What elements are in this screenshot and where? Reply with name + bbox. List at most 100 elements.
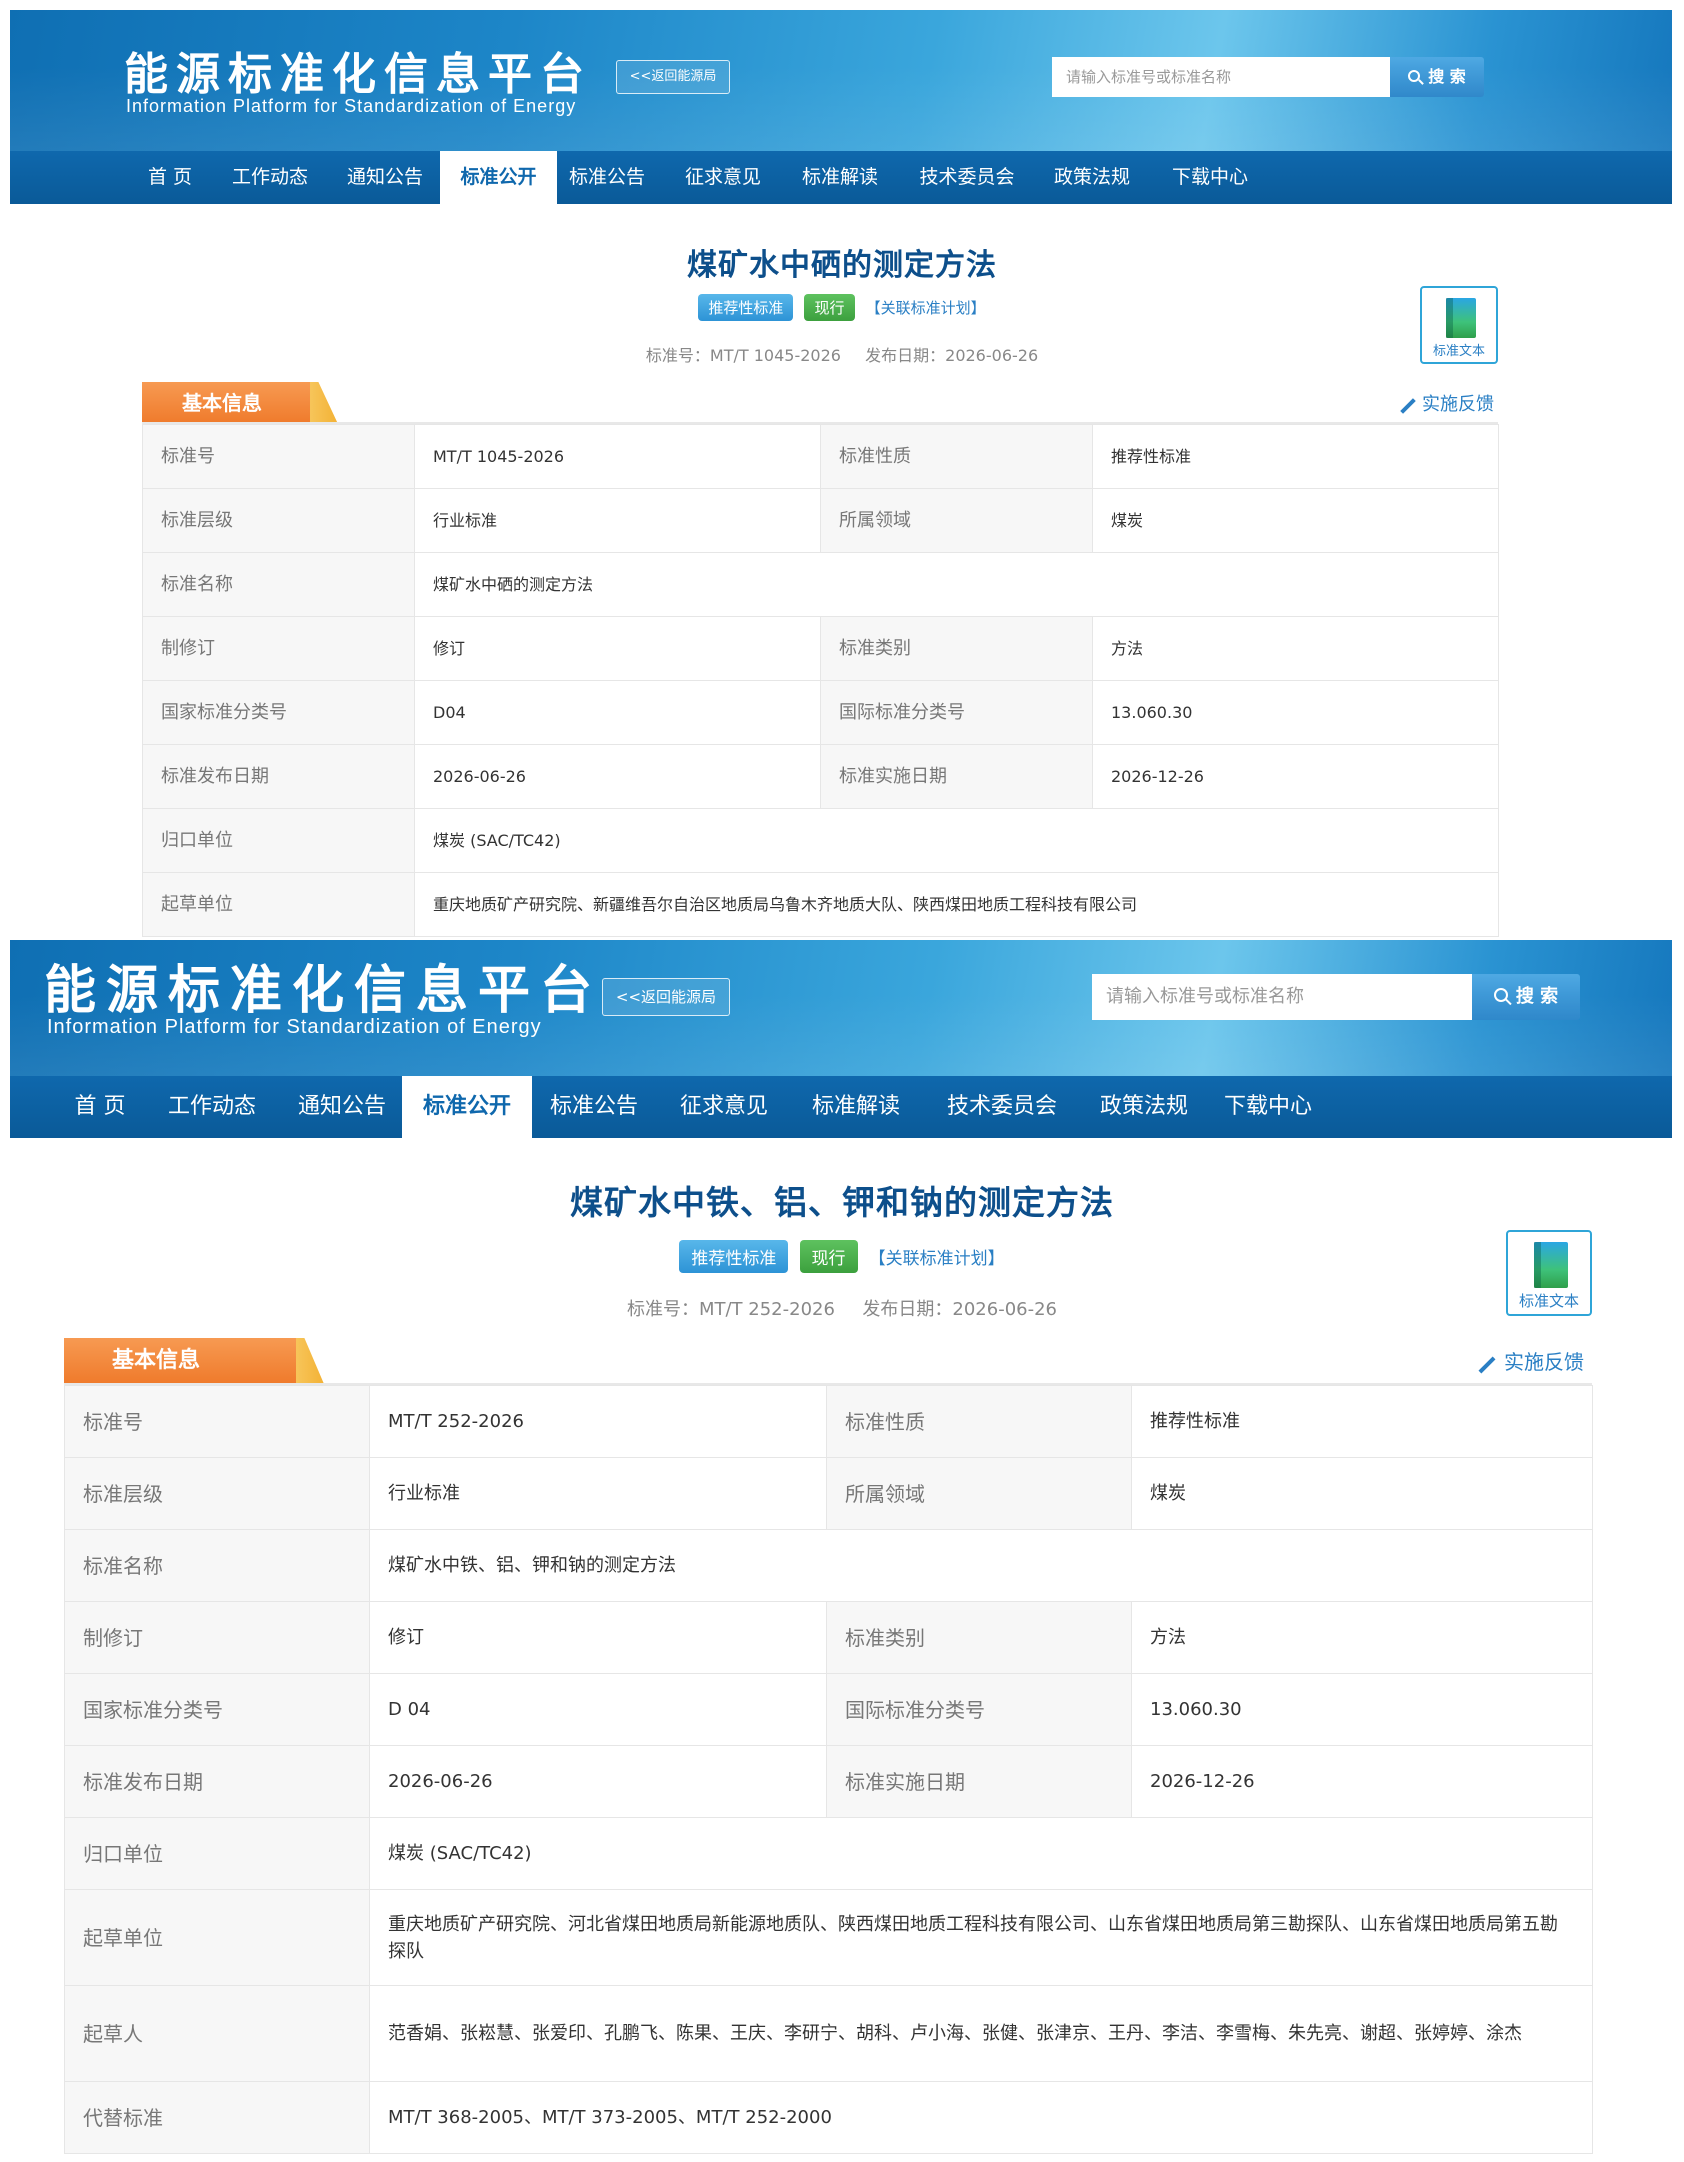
pencil-icon xyxy=(1398,395,1418,415)
field-label: 制修订 xyxy=(142,616,415,681)
site-logo-en: Information Platform for Standardization… xyxy=(126,96,577,116)
std-no-value: MT/T 1045-2026 xyxy=(709,346,841,365)
field-value: 重庆地质矿产研究院、新疆维吾尔自治区地质局乌鲁木齐地质大队、陕西煤田地质工程科技… xyxy=(414,872,1499,937)
nav-item-3[interactable]: 标准公开 xyxy=(440,151,557,204)
right-edge xyxy=(1672,0,1684,940)
table-row: 归口单位 煤炭 (SAC/TC42) xyxy=(64,1817,1593,1890)
tag-current: 现行 xyxy=(799,1240,858,1273)
field-label: 归口单位 xyxy=(64,1817,370,1890)
table-row: 国家标准分类号 D 04 国际标准分类号 13.060.30 xyxy=(64,1673,1593,1746)
search-button-label: 搜 索 xyxy=(1515,986,1559,1007)
status-tags: 推荐性标准 现行 【关联标准计划】 xyxy=(0,1240,1684,1273)
nav-item-6[interactable]: 标准解读 xyxy=(794,1076,918,1138)
screenshot-1: 能源标准化信息平台 Information Platform for Stand… xyxy=(0,0,1684,940)
table-row: 代替标准 MT/T 368-2005、MT/T 373-2005、MT/T 252… xyxy=(64,2081,1593,2154)
nav-item-5[interactable]: 征求意见 xyxy=(662,1076,786,1138)
back-to-nea-button[interactable]: <<返回能源局 xyxy=(616,60,730,94)
field-label: 标准名称 xyxy=(64,1529,370,1602)
nav-item-4[interactable]: 标准公告 xyxy=(532,1076,656,1138)
nav-item-0[interactable]: 首 页 xyxy=(50,1076,150,1138)
nav-item-2[interactable]: 通知公告 xyxy=(280,1076,404,1138)
related-plan-link[interactable]: 【关联标准计划】 xyxy=(866,297,986,318)
site-logo-cn[interactable]: 能源标准化信息平台 xyxy=(44,948,602,1023)
book-icon xyxy=(1446,298,1476,338)
nav-item-8[interactable]: 政策法规 xyxy=(1042,151,1142,204)
field-label: 标准发布日期 xyxy=(142,744,415,809)
field-value: MT/T 252-2026 xyxy=(369,1385,827,1458)
nav-item-4[interactable]: 标准公告 xyxy=(557,151,657,204)
search-icon xyxy=(1408,69,1425,86)
std-no-label: 标准号： xyxy=(645,346,710,365)
field-label: 国家标准分类号 xyxy=(64,1673,370,1746)
field-value: 2026-12-26 xyxy=(1092,744,1499,809)
field-label: 国际标准分类号 xyxy=(826,1673,1132,1746)
search-input[interactable]: 请输入标准号或标准名称 xyxy=(1052,57,1400,97)
nav-item-9[interactable]: 下载中心 xyxy=(1206,1076,1330,1138)
nav-item-5[interactable]: 征求意见 xyxy=(673,151,773,204)
search-icon xyxy=(1493,988,1512,1006)
field-value: 行业标准 xyxy=(414,488,821,553)
pub-date-value: 2026-06-26 xyxy=(952,1299,1058,1320)
field-label: 标准发布日期 xyxy=(64,1745,370,1818)
basic-info-table: 标准号 MT/T 252-2026 标准性质 推荐性标准 标准层级 行业标准 所属领域 煤炭标… xyxy=(64,1385,1593,2154)
nav-item-1[interactable]: 工作动态 xyxy=(220,151,320,204)
feedback-link[interactable]: 实施反馈 xyxy=(1398,390,1494,416)
related-plan-link[interactable]: 【关联标准计划】 xyxy=(869,1244,1005,1269)
nav-item-0[interactable]: 首 页 xyxy=(130,151,210,204)
nav-item-7[interactable]: 技术委员会 xyxy=(928,1076,1076,1138)
table-row: 标准号 MT/T 1045-2026 标准性质 推荐性标准 xyxy=(142,424,1499,489)
nav-item-2[interactable]: 通知公告 xyxy=(335,151,435,204)
table-row: 标准名称 煤矿水中硒的测定方法 xyxy=(142,552,1499,617)
site-logo-cn[interactable]: 能源标准化信息平台 xyxy=(124,38,592,102)
table-row: 起草单位 重庆地质矿产研究院、河北省煤田地质局新能源地质队、陕西煤田地质工程科技有… xyxy=(64,1889,1593,1986)
feedback-link[interactable]: 实施反馈 xyxy=(1476,1346,1584,1375)
std-text-button[interactable]: 标准文本 xyxy=(1506,1230,1592,1316)
field-value: 范香娟、张崧慧、张爱印、孔鹏飞、陈果、王庆、李研宁、胡科、卢小海、张健、张津京、… xyxy=(369,1985,1593,2082)
std-text-button[interactable]: 标准文本 xyxy=(1420,286,1498,364)
field-value: 行业标准 xyxy=(369,1457,827,1530)
field-label: 标准类别 xyxy=(820,616,1093,681)
page-title: 煤矿水中铁、铝、钾和钠的测定方法 xyxy=(570,1183,1114,1222)
search-input[interactable]: 请输入标准号或标准名称 xyxy=(1092,974,1482,1020)
field-label: 标准实施日期 xyxy=(826,1745,1132,1818)
feedback-label: 实施反馈 xyxy=(1422,394,1494,415)
nav-item-9[interactable]: 下载中心 xyxy=(1160,151,1260,204)
field-label: 标准性质 xyxy=(820,424,1093,489)
tag-recommended: 推荐性标准 xyxy=(679,1240,789,1273)
field-value: 13.060.30 xyxy=(1092,680,1499,745)
std-text-label: 标准文本 xyxy=(1432,344,1485,359)
tag-current: 现行 xyxy=(804,294,855,321)
field-value: 方法 xyxy=(1131,1601,1593,1674)
nav-item-8[interactable]: 政策法规 xyxy=(1082,1076,1206,1138)
field-value: 13.060.30 xyxy=(1131,1673,1593,1746)
nav-item-6[interactable]: 标准解读 xyxy=(790,151,890,204)
nav-item-7[interactable]: 技术委员会 xyxy=(908,151,1026,204)
search-button[interactable]: 搜 索 xyxy=(1472,974,1580,1020)
field-value: 重庆地质矿产研究院、河北省煤田地质局新能源地质队、陕西煤田地质工程科技有限公司、… xyxy=(369,1889,1593,1986)
field-label: 代替标准 xyxy=(64,2081,370,2154)
field-value: 煤矿水中铁、铝、钾和钠的测定方法 xyxy=(369,1529,1593,1602)
std-text-label: 标准文本 xyxy=(1518,1292,1579,1310)
field-label: 标准类别 xyxy=(826,1601,1132,1674)
field-value: 推荐性标准 xyxy=(1131,1385,1593,1458)
field-value: D 04 xyxy=(369,1673,827,1746)
right-edge xyxy=(1672,940,1684,2162)
field-label: 标准性质 xyxy=(826,1385,1132,1458)
table-row: 起草人 范香娟、张崧慧、张爱印、孔鹏飞、陈果、王庆、李研宁、胡科、卢小海、张健、张… xyxy=(64,1985,1593,2082)
std-no-value: MT/T 252-2026 xyxy=(698,1299,835,1320)
pub-date-value: 2026-06-26 xyxy=(945,346,1039,365)
std-meta: 标准号：MT/T 252-2026 发布日期：2026-06-26 xyxy=(0,1295,1684,1321)
std-no-label: 标准号： xyxy=(626,1299,699,1320)
nav-item-1[interactable]: 工作动态 xyxy=(150,1076,274,1138)
field-value: 推荐性标准 xyxy=(1092,424,1499,489)
field-label: 标准号 xyxy=(142,424,415,489)
table-row: 归口单位 煤炭 (SAC/TC42) xyxy=(142,808,1499,873)
search-button[interactable]: 搜 索 xyxy=(1390,57,1484,97)
field-value: 2026-12-26 xyxy=(1131,1745,1593,1818)
table-row: 标准号 MT/T 252-2026 标准性质 推荐性标准 xyxy=(64,1385,1593,1458)
back-to-nea-button[interactable]: <<返回能源局 xyxy=(602,978,730,1016)
field-label: 标准号 xyxy=(64,1385,370,1458)
nav-item-3[interactable]: 标准公开 xyxy=(402,1076,532,1138)
field-value: D04 xyxy=(414,680,821,745)
main-nav: 首 页工作动态 通知公告 标准公开 标准公告 征求意见 标准解读 技术委员会 政策法规 下载中心 xyxy=(10,1076,1674,1138)
